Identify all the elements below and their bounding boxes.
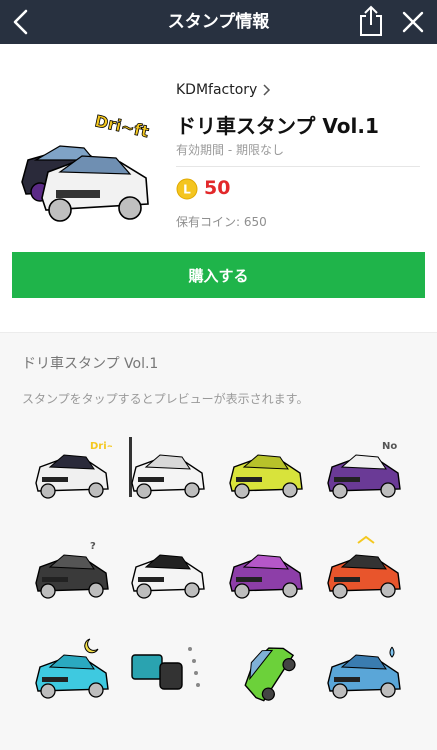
line-coin-icon: L <box>176 178 198 200</box>
yellow-car-sticker[interactable] <box>224 433 306 505</box>
divider <box>176 166 420 167</box>
buy-button[interactable]: 購入する <box>12 252 425 298</box>
sticker-thumbnail: Dri~ft <box>21 111 151 222</box>
blue-car-sweat-sticker[interactable] <box>322 633 404 705</box>
vendor-name: KDMfactory <box>176 82 258 98</box>
drift-cars-sticker[interactable]: Dri~ft <box>30 433 112 505</box>
orange-car-hood-open-sticker[interactable] <box>322 533 404 605</box>
sticker-name: ドリ車スタンプ Vol.1 <box>176 114 379 138</box>
sticker-caption: Dri~ft <box>90 441 112 452</box>
price: 50 <box>204 177 231 199</box>
share-icon[interactable] <box>356 4 386 38</box>
purple-car-sigh-sticker[interactable] <box>224 533 306 605</box>
owned-coins: 保有コイン: 650 <box>176 215 267 229</box>
teal-parts-sticker[interactable] <box>126 633 208 705</box>
product-info-section: Dri~ft KDMfactory ドリ車スタンプ Vol.1 有効期間 - 期… <box>0 44 437 332</box>
thumb-caption: Dri~ft <box>93 111 151 141</box>
purple-car-rear-sticker[interactable]: No <box>322 433 404 505</box>
top-navigation-bar: スタンプ情報 <box>0 0 437 44</box>
sticker-preview-section: ドリ車スタンプ Vol.1 スタンプをタップするとプレビューが表示されます。 D… <box>0 333 437 750</box>
white-car-flag-sticker[interactable] <box>126 433 208 505</box>
green-car-spin-sticker[interactable] <box>224 633 306 705</box>
sticker-set-title: ドリ車スタンプ Vol.1 <box>22 356 159 372</box>
white-car-sparkle-sticker[interactable] <box>126 533 208 605</box>
preview-hint: スタンプをタップするとプレビューが表示されます。 <box>22 392 309 406</box>
close-icon[interactable] <box>399 8 427 36</box>
coin-letter: L <box>183 183 191 197</box>
sticker-caption: No <box>382 441 397 452</box>
vendor-link[interactable]: KDMfactory <box>176 82 271 98</box>
sticker-caption: ? <box>90 541 96 552</box>
validity-period: 有効期間 - 期限なし <box>176 143 284 157</box>
black-car-question-sticker[interactable]: ? <box>30 533 112 605</box>
chevron-right-icon <box>263 84 271 96</box>
blue-car-moon-sticker[interactable] <box>30 633 112 705</box>
